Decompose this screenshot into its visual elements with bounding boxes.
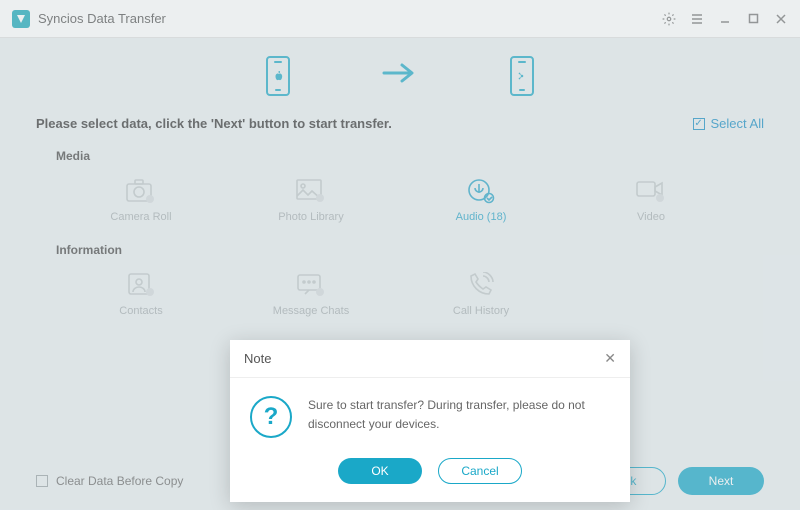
confirm-dialog: Note ✕ ? Sure to start transfer? During … xyxy=(230,340,630,502)
question-icon: ? xyxy=(250,396,292,438)
dialog-close-icon[interactable]: ✕ xyxy=(604,350,616,367)
dialog-title: Note xyxy=(244,351,271,366)
cancel-button[interactable]: Cancel xyxy=(438,458,522,484)
dialog-footer: OK Cancel xyxy=(230,452,630,502)
dialog-message: Sure to start transfer? During transfer,… xyxy=(308,396,610,434)
dialog-body: ? Sure to start transfer? During transfe… xyxy=(230,378,630,452)
ok-button[interactable]: OK xyxy=(338,458,422,484)
dialog-header: Note ✕ xyxy=(230,340,630,378)
modal-overlay: Note ✕ ? Sure to start transfer? During … xyxy=(0,0,800,510)
